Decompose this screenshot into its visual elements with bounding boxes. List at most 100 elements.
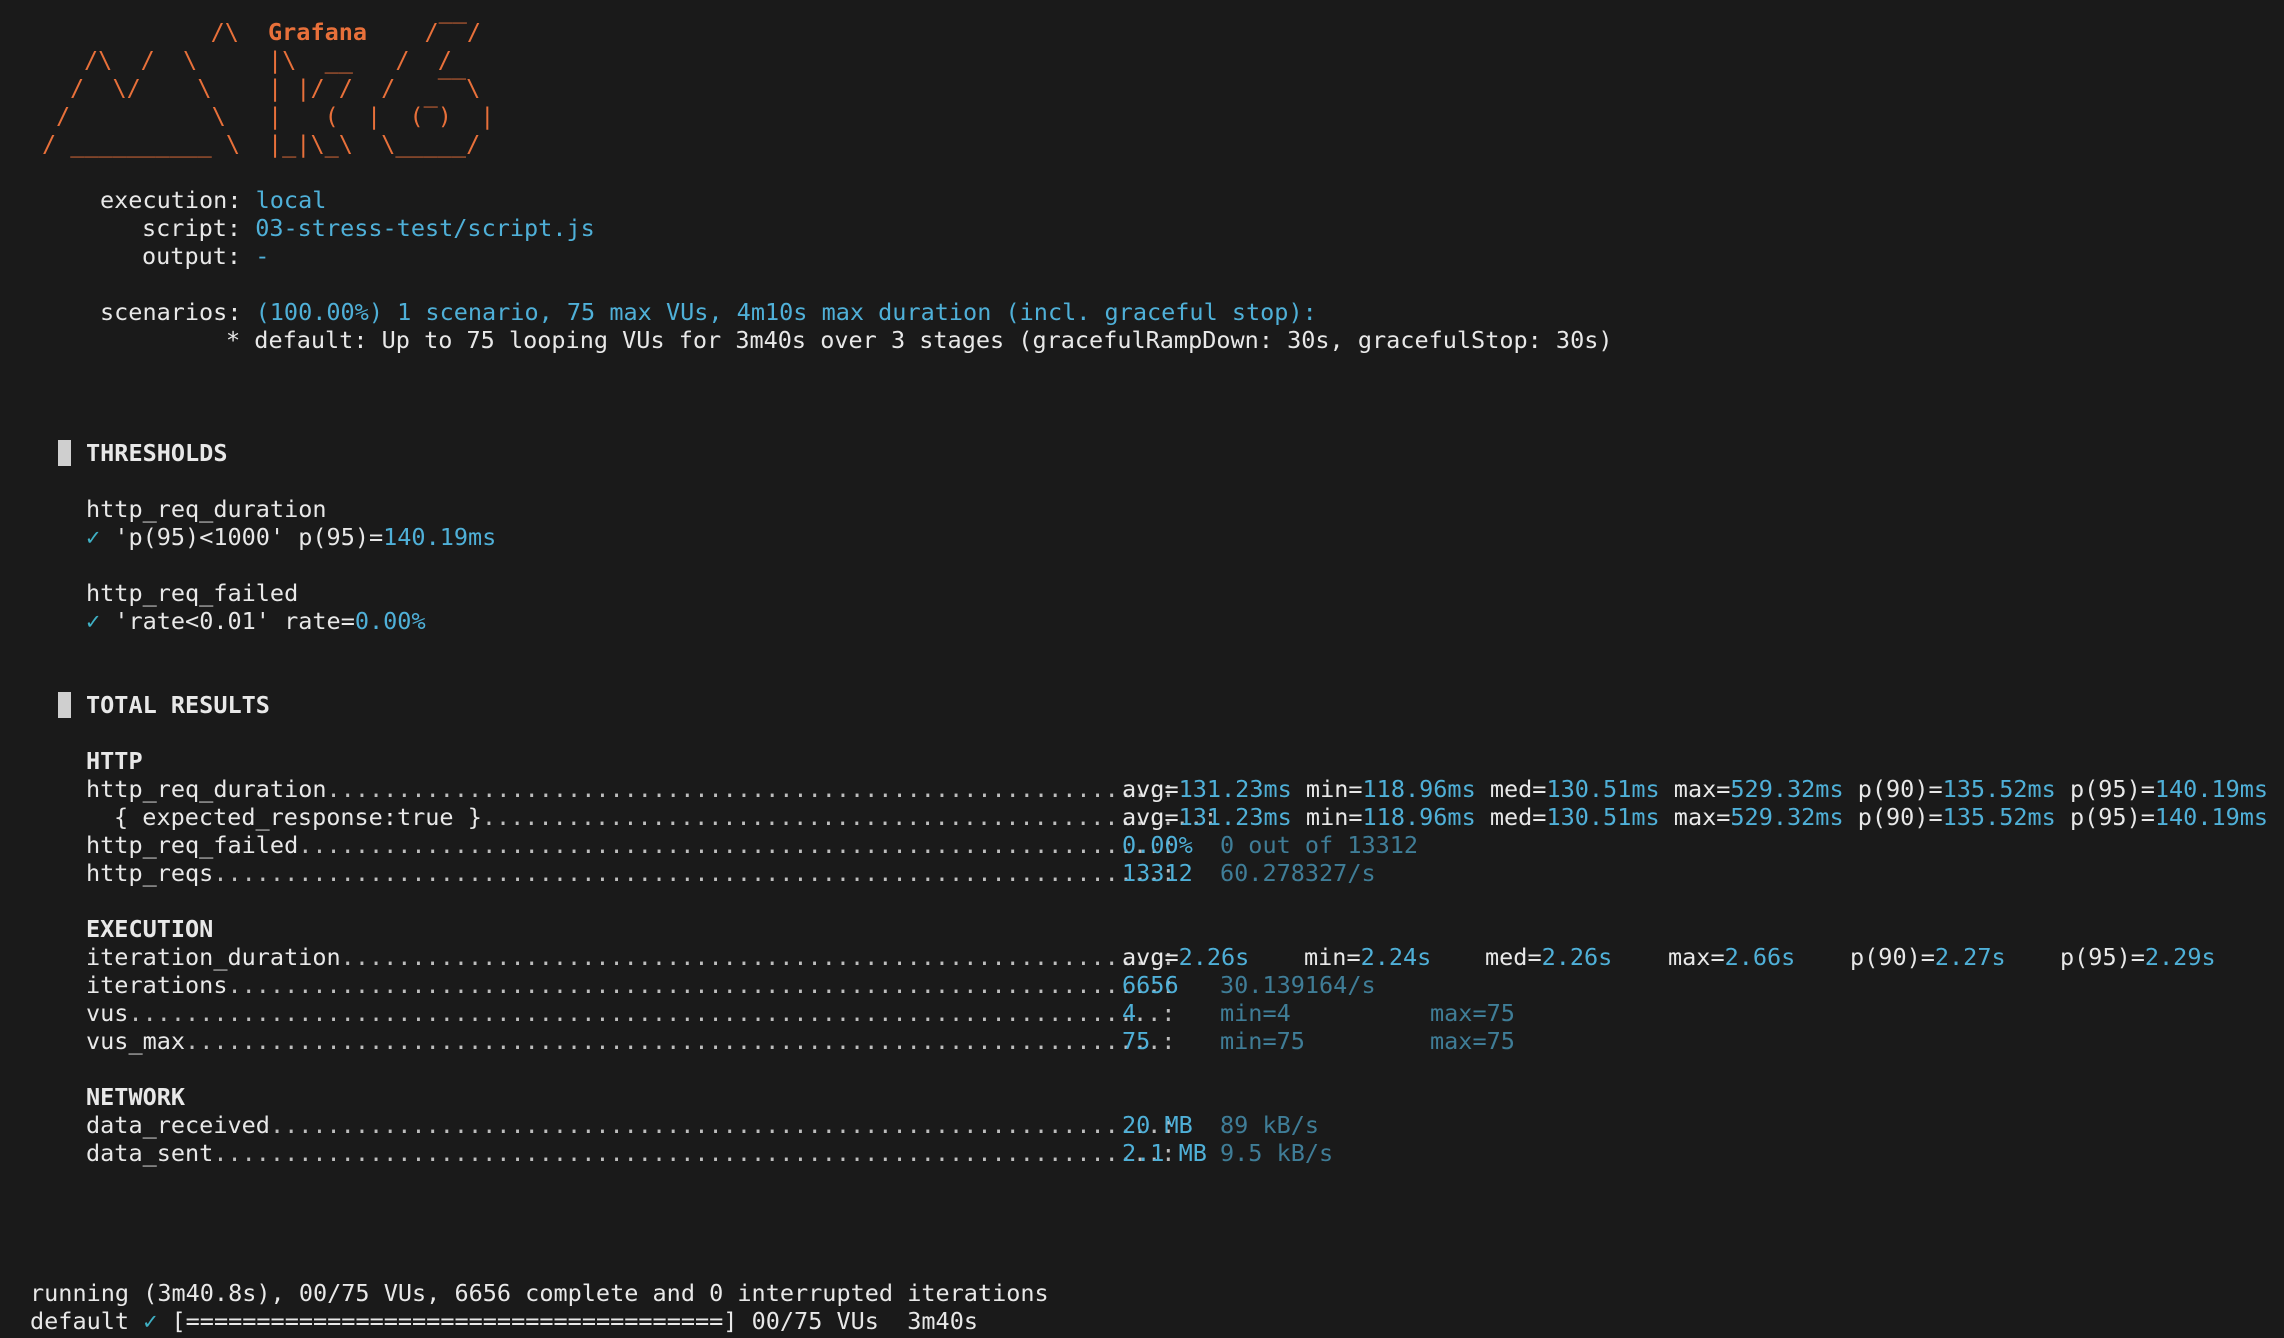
section-marker — [58, 440, 71, 466]
metric-med: 130.51ms — [1546, 803, 1660, 831]
thresholds-title: THRESHOLDS — [86, 439, 228, 467]
execution-label: execution: — [100, 186, 242, 214]
progress-vus: 00/75 VUs — [751, 1307, 879, 1335]
logo-brand: Grafana — [268, 18, 368, 46]
execution-group-title: EXECUTION — [86, 915, 214, 943]
threshold-metric: http_req_failed — [86, 579, 299, 607]
metric-row: vus_max.................................… — [86, 1027, 1175, 1055]
check-icon: ✓ — [86, 607, 101, 635]
metric-p95: 140.19ms — [2154, 803, 2269, 831]
output-value: - — [255, 242, 270, 270]
metric-name: vus — [86, 999, 129, 1027]
scenario-detail: * default: Up to 75 looping VUs for 3m40… — [226, 326, 1613, 354]
script-label: script: — [142, 214, 242, 242]
metric-avg: 131.23ms — [1178, 803, 1292, 831]
metric-max: max=75 — [1430, 999, 1515, 1027]
metric-name: { expected_response:true } — [114, 803, 482, 831]
progress-row: default ✓ [=============================… — [30, 1307, 978, 1335]
scenarios-row: scenarios: (100.00%) 1 scenario, 75 max … — [100, 298, 1317, 326]
metric-avg: 131.23ms — [1178, 775, 1292, 803]
metric-p90: 2.27s — [1934, 943, 2006, 971]
logo-art-line: / \ — [56, 102, 269, 130]
total-results-title: TOTAL RESULTS — [86, 691, 270, 719]
metric-med-cell: med=2.26s — [1485, 943, 1613, 971]
section-marker — [58, 692, 71, 718]
threshold-value: 0.00% — [354, 607, 426, 635]
metric-max: 529.32ms — [1730, 803, 1844, 831]
metric-name: iteration_duration — [86, 943, 341, 971]
metric-values: avg=131.23ms min=118.96ms med=130.51ms m… — [1122, 803, 2269, 831]
metric-max: 2.66s — [1724, 943, 1796, 971]
threshold-row: ✓ 'p(95)<1000' p(95)=140.19ms — [86, 523, 496, 551]
metric-name: http_req_failed — [86, 831, 299, 859]
script-value: 03-stress-test/script.js — [255, 214, 595, 242]
metric-dots: ........................................… — [213, 1139, 1176, 1167]
metric-rate: 9.5 kB/s — [1220, 1139, 1334, 1167]
metric-p90-cell: p(90)=2.27s — [1850, 943, 2006, 971]
metric-min: min=4 — [1220, 999, 1291, 1027]
scenarios-value: (100.00%) 1 scenario, 75 max VUs, 4m10s … — [255, 298, 1317, 326]
metric-dots: ........................................… — [213, 859, 1176, 887]
metric-name: data_sent — [86, 1139, 214, 1167]
metric-min: 118.96ms — [1362, 775, 1476, 803]
metric-max: max=75 — [1430, 1027, 1515, 1055]
progress-bar: [======================================] — [171, 1307, 738, 1335]
logo-k6-line: /‾‾/ — [382, 18, 482, 46]
check-icon: ✓ — [143, 1307, 158, 1335]
http-group-title: HTTP — [86, 747, 143, 775]
metric-row: http_reqs...............................… — [86, 859, 1175, 887]
metric-value: 6656 — [1122, 971, 1179, 999]
output-label: output: — [142, 242, 242, 270]
metric-name: iterations — [86, 971, 228, 999]
metric-min: 2.24s — [1360, 943, 1432, 971]
running-status: running (3m40.8s), 00/75 VUs, 6656 compl… — [30, 1279, 1049, 1307]
threshold-rule: 'rate<0.01' — [114, 607, 270, 635]
metric-min: 118.96ms — [1362, 803, 1476, 831]
metric-detail: 0 out of 13312 — [1220, 831, 1419, 859]
metric-name: data_received — [86, 1111, 270, 1139]
scenario-name: default — [30, 1307, 130, 1335]
metric-avg-cell: avg=2.26s — [1122, 943, 1250, 971]
metric-dots: ........................................… — [185, 1027, 1176, 1055]
logo-art-line: / \/ \ — [70, 74, 269, 102]
metric-row: http_req_duration.......................… — [86, 775, 1175, 803]
logo-k6-line: |_|\_\ \_____/ — [268, 130, 481, 158]
metric-row: data_sent...............................… — [86, 1139, 1175, 1167]
check-icon: ✓ — [86, 523, 101, 551]
metric-dots: ........................................… — [227, 971, 1176, 999]
metric-name: http_req_duration — [86, 775, 327, 803]
metric-dots: ........................................… — [128, 999, 1176, 1027]
metric-max-cell: max=2.66s — [1668, 943, 1796, 971]
threshold-row: ✓ 'rate<0.01' rate=0.00% — [86, 607, 426, 635]
metric-value: 2.1 MB — [1122, 1139, 1207, 1167]
metric-row: http_req_failed.........................… — [86, 831, 1175, 859]
metric-value: 75 — [1122, 1027, 1151, 1055]
logo-k6-line: |\ __ / / — [268, 46, 452, 74]
metric-value: 0.00% — [1122, 831, 1193, 859]
metric-p95: 2.29s — [2144, 943, 2216, 971]
metric-min-cell: min=2.24s — [1304, 943, 1432, 971]
metric-rate: 30.139164/s — [1220, 971, 1376, 999]
progress-duration: 3m40s — [907, 1307, 978, 1335]
metric-row: iterations..............................… — [86, 971, 1175, 999]
metric-value: 4 — [1122, 999, 1137, 1027]
metric-dots: ........................................… — [269, 1111, 1176, 1139]
metric-dots: ........................................… — [340, 943, 1176, 971]
metric-min: min=75 — [1220, 1027, 1305, 1055]
metric-name: vus_max — [86, 1027, 186, 1055]
metric-p95: 140.19ms — [2154, 775, 2269, 803]
script-row: script: 03-stress-test/script.js — [142, 214, 595, 242]
logo-k6-line: | ( | (‾) | — [268, 102, 495, 130]
metric-value: 13312 — [1122, 859, 1193, 887]
metric-row: vus.....................................… — [86, 999, 1175, 1027]
metric-dots: ........................................… — [481, 803, 1218, 831]
metric-dots: ........................................… — [326, 775, 1176, 803]
metric-p90: 135.52ms — [1942, 775, 2056, 803]
logo-art-line: / __________ \ — [42, 130, 269, 158]
metric-med: 130.51ms — [1546, 775, 1660, 803]
threshold-rule: 'p(95)<1000' — [114, 523, 285, 551]
threshold-metric: http_req_duration — [86, 495, 327, 523]
metric-row: { expected_response:true }..............… — [114, 803, 1218, 831]
metric-row: data_received...........................… — [86, 1111, 1175, 1139]
threshold-label: rate= — [284, 607, 355, 635]
